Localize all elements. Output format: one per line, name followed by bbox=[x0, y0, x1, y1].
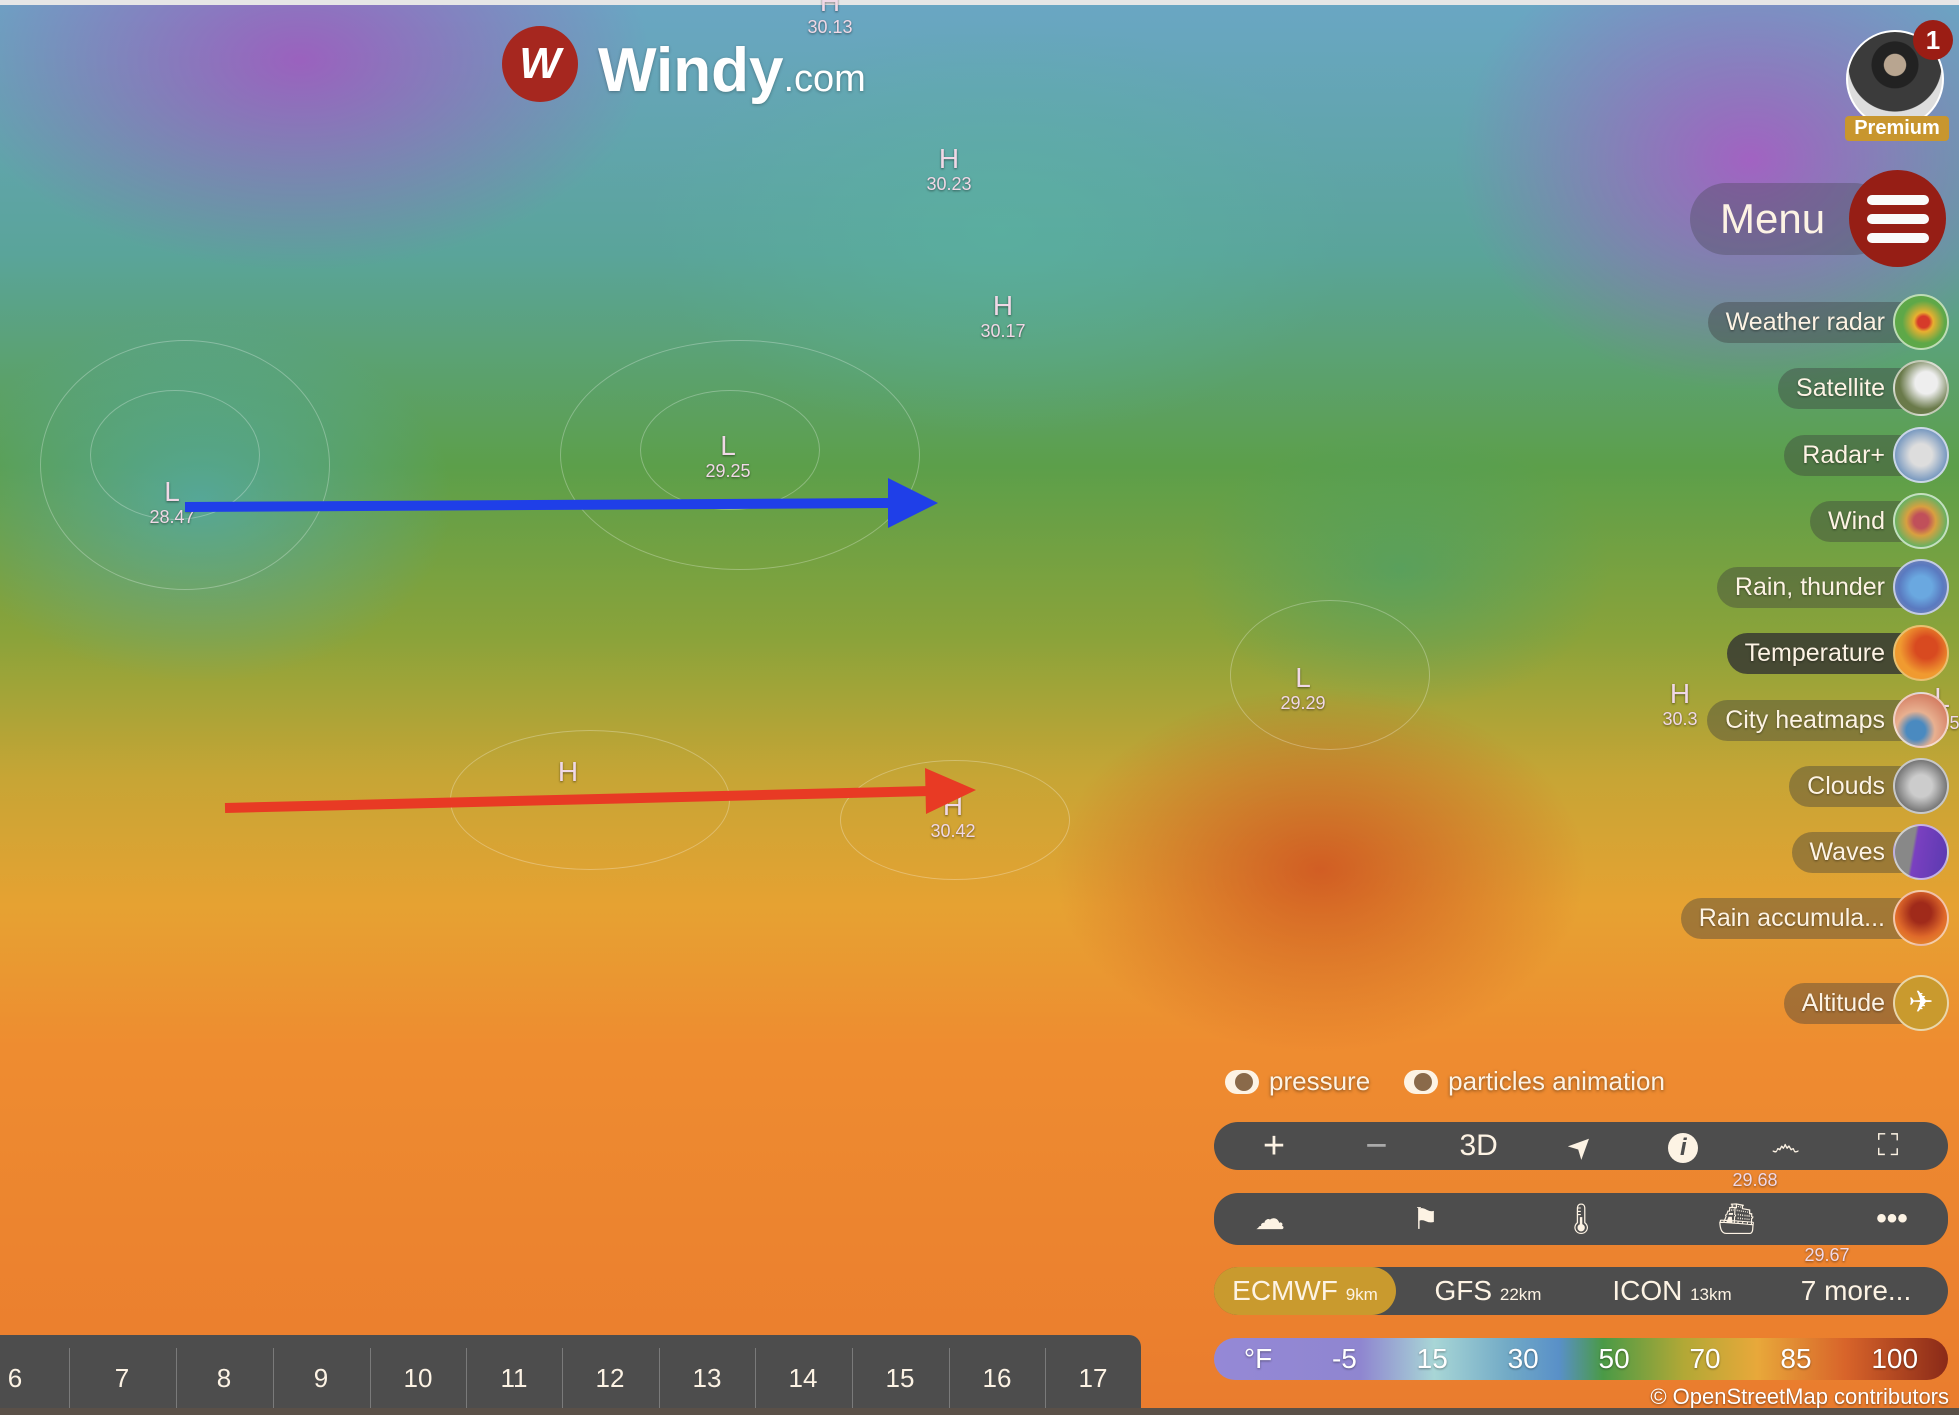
legend-value: 100 bbox=[1871, 1343, 1919, 1374]
layer-rain-accumulation[interactable]: Rain accumula... bbox=[1680, 889, 1949, 947]
timeline-day[interactable]: 7 bbox=[115, 1363, 129, 1394]
timeline-divider bbox=[852, 1348, 853, 1408]
hamburger-menu-icon[interactable] bbox=[1849, 170, 1946, 267]
timeline-day[interactable]: 16 bbox=[983, 1363, 1012, 1394]
hurricane-icon[interactable]: ෴ bbox=[1756, 1129, 1816, 1163]
zoom-in-button[interactable]: + bbox=[1244, 1125, 1304, 1168]
timeline-divider bbox=[659, 1348, 660, 1408]
windsock-icon[interactable]: ⚑ bbox=[1396, 1202, 1456, 1237]
layer-temperature[interactable]: Temperature bbox=[1726, 624, 1949, 682]
layer-city-heatmaps[interactable]: City heatmaps bbox=[1707, 691, 1949, 749]
layer-altitude[interactable]: Altitude ✈ bbox=[1783, 974, 1949, 1032]
fullscreen-icon[interactable]: ⛶ bbox=[1858, 1129, 1918, 1163]
timeline-day[interactable]: 11 bbox=[501, 1363, 528, 1394]
temperature-thumb bbox=[1893, 625, 1949, 681]
toggle-label: particles animation bbox=[1448, 1066, 1665, 1096]
legend-value: -5 bbox=[1331, 1343, 1357, 1374]
layer-radar-plus[interactable]: Radar+ bbox=[1784, 426, 1949, 484]
temperature-color-legend[interactable]: °F -5 15 30 50 70 85 100 bbox=[1214, 1338, 1948, 1380]
timeline-divider bbox=[370, 1348, 371, 1408]
timeline-divider bbox=[69, 1348, 70, 1408]
forecast-toolbar: ☁ ⚑ 🌡 ⛴ ••• bbox=[1214, 1193, 1948, 1245]
timeline-divider bbox=[176, 1348, 177, 1408]
timeline-divider bbox=[949, 1348, 950, 1408]
model-gfs[interactable]: GFS 22km bbox=[1396, 1267, 1580, 1315]
particles-animation-toggle[interactable]: particles animation bbox=[1404, 1066, 1665, 1097]
window-edge bbox=[0, 1408, 1959, 1415]
toggle-switch-icon bbox=[1225, 1069, 1259, 1094]
toggle-label: pressure bbox=[1269, 1066, 1371, 1096]
model-ecmwf[interactable]: ECMWF 9km bbox=[1214, 1267, 1396, 1315]
more-icon[interactable]: ••• bbox=[1862, 1202, 1922, 1236]
premium-badge[interactable]: Premium bbox=[1845, 116, 1949, 141]
wind-thumb bbox=[1893, 493, 1949, 549]
timeline-day[interactable]: 6 bbox=[8, 1363, 22, 1394]
timeline-day[interactable]: 12 bbox=[596, 1363, 625, 1394]
timeline-day[interactable]: 15 bbox=[886, 1363, 915, 1394]
city-heatmaps-thumb bbox=[1893, 692, 1949, 748]
timeline-divider bbox=[466, 1348, 467, 1408]
legend-value: 30 bbox=[1507, 1343, 1539, 1374]
3d-button[interactable]: 3D bbox=[1449, 1129, 1509, 1163]
boat-icon[interactable]: ⛴ bbox=[1707, 1202, 1767, 1237]
zoom-out-button[interactable]: − bbox=[1346, 1125, 1406, 1168]
timeline-day[interactable]: 13 bbox=[693, 1363, 722, 1394]
map-attribution[interactable]: © OpenStreetMap contributors bbox=[1650, 1384, 1949, 1410]
rain-thunder-thumb bbox=[1893, 559, 1949, 615]
layer-weather-radar[interactable]: Weather radar bbox=[1707, 293, 1949, 351]
thermometer-icon[interactable]: 🌡 bbox=[1551, 1202, 1611, 1237]
layer-clouds[interactable]: Clouds bbox=[1789, 757, 1949, 815]
timeline-divider bbox=[755, 1348, 756, 1408]
timeline-day[interactable]: 8 bbox=[217, 1363, 231, 1394]
model-icon[interactable]: ICON 13km bbox=[1580, 1267, 1764, 1315]
airplane-icon: ✈ bbox=[1893, 975, 1949, 1031]
clouds-thumb bbox=[1893, 758, 1949, 814]
blue-arrow bbox=[184, 478, 938, 528]
red-arrow bbox=[224, 768, 976, 814]
timeline-divider bbox=[273, 1348, 274, 1408]
logo-suffix: .com bbox=[783, 58, 866, 100]
rain-accumulation-thumb bbox=[1893, 890, 1949, 946]
locate-icon[interactable]: ➤ bbox=[1547, 1112, 1614, 1179]
legend-value: 15 bbox=[1416, 1343, 1448, 1374]
more-models[interactable]: 7 more... bbox=[1764, 1267, 1948, 1315]
pressure-label: 29.68 bbox=[1732, 1170, 1778, 1190]
weather-radar-thumb bbox=[1893, 294, 1949, 350]
radar-plus-thumb bbox=[1893, 427, 1949, 483]
satellite-thumb bbox=[1893, 360, 1949, 416]
weather-forecast-icon[interactable]: ☁ bbox=[1240, 1202, 1300, 1237]
map-controls-toolbar: + − 3D ➤ i ෴ ⛶ bbox=[1214, 1122, 1948, 1170]
pressure-label: 29.67 bbox=[1804, 1245, 1850, 1265]
legend-value: 70 bbox=[1689, 1343, 1721, 1374]
legend-unit: °F bbox=[1243, 1343, 1273, 1374]
layer-waves[interactable]: Waves bbox=[1791, 823, 1949, 881]
layer-rain-thunder[interactable]: Rain, thunder bbox=[1716, 558, 1949, 616]
windy-logo[interactable]: W Windy.com bbox=[502, 26, 866, 102]
timeline-day[interactable]: 17 bbox=[1079, 1363, 1108, 1394]
timeline-day[interactable]: 10 bbox=[404, 1363, 433, 1394]
windy-logo-icon: W bbox=[502, 26, 578, 102]
layer-wind[interactable]: Wind bbox=[1810, 492, 1949, 550]
model-selector: ECMWF 9km GFS 22km ICON 13km 7 more... bbox=[1214, 1267, 1948, 1315]
info-icon[interactable]: i bbox=[1653, 1129, 1713, 1163]
timeline-divider bbox=[1045, 1348, 1046, 1408]
timeline-divider bbox=[562, 1348, 563, 1408]
layer-label: Rain accumula... bbox=[1680, 897, 1927, 939]
legend-value: 50 bbox=[1598, 1343, 1630, 1374]
toggle-switch-icon bbox=[1404, 1069, 1439, 1094]
pressure-toggle[interactable]: pressure bbox=[1225, 1066, 1370, 1097]
logo-brand: Windy bbox=[598, 36, 784, 105]
legend-value: 85 bbox=[1780, 1343, 1812, 1374]
timeline-day[interactable]: 14 bbox=[789, 1363, 818, 1394]
layer-satellite[interactable]: Satellite bbox=[1778, 359, 1949, 417]
notification-badge[interactable]: 1 bbox=[1913, 20, 1953, 60]
timeline-day[interactable]: 9 bbox=[314, 1363, 328, 1394]
waves-thumb bbox=[1893, 824, 1949, 880]
forecast-timeline[interactable]: 6 7 8 9 10 11 12 13 14 15 16 17 bbox=[0, 1335, 1141, 1408]
